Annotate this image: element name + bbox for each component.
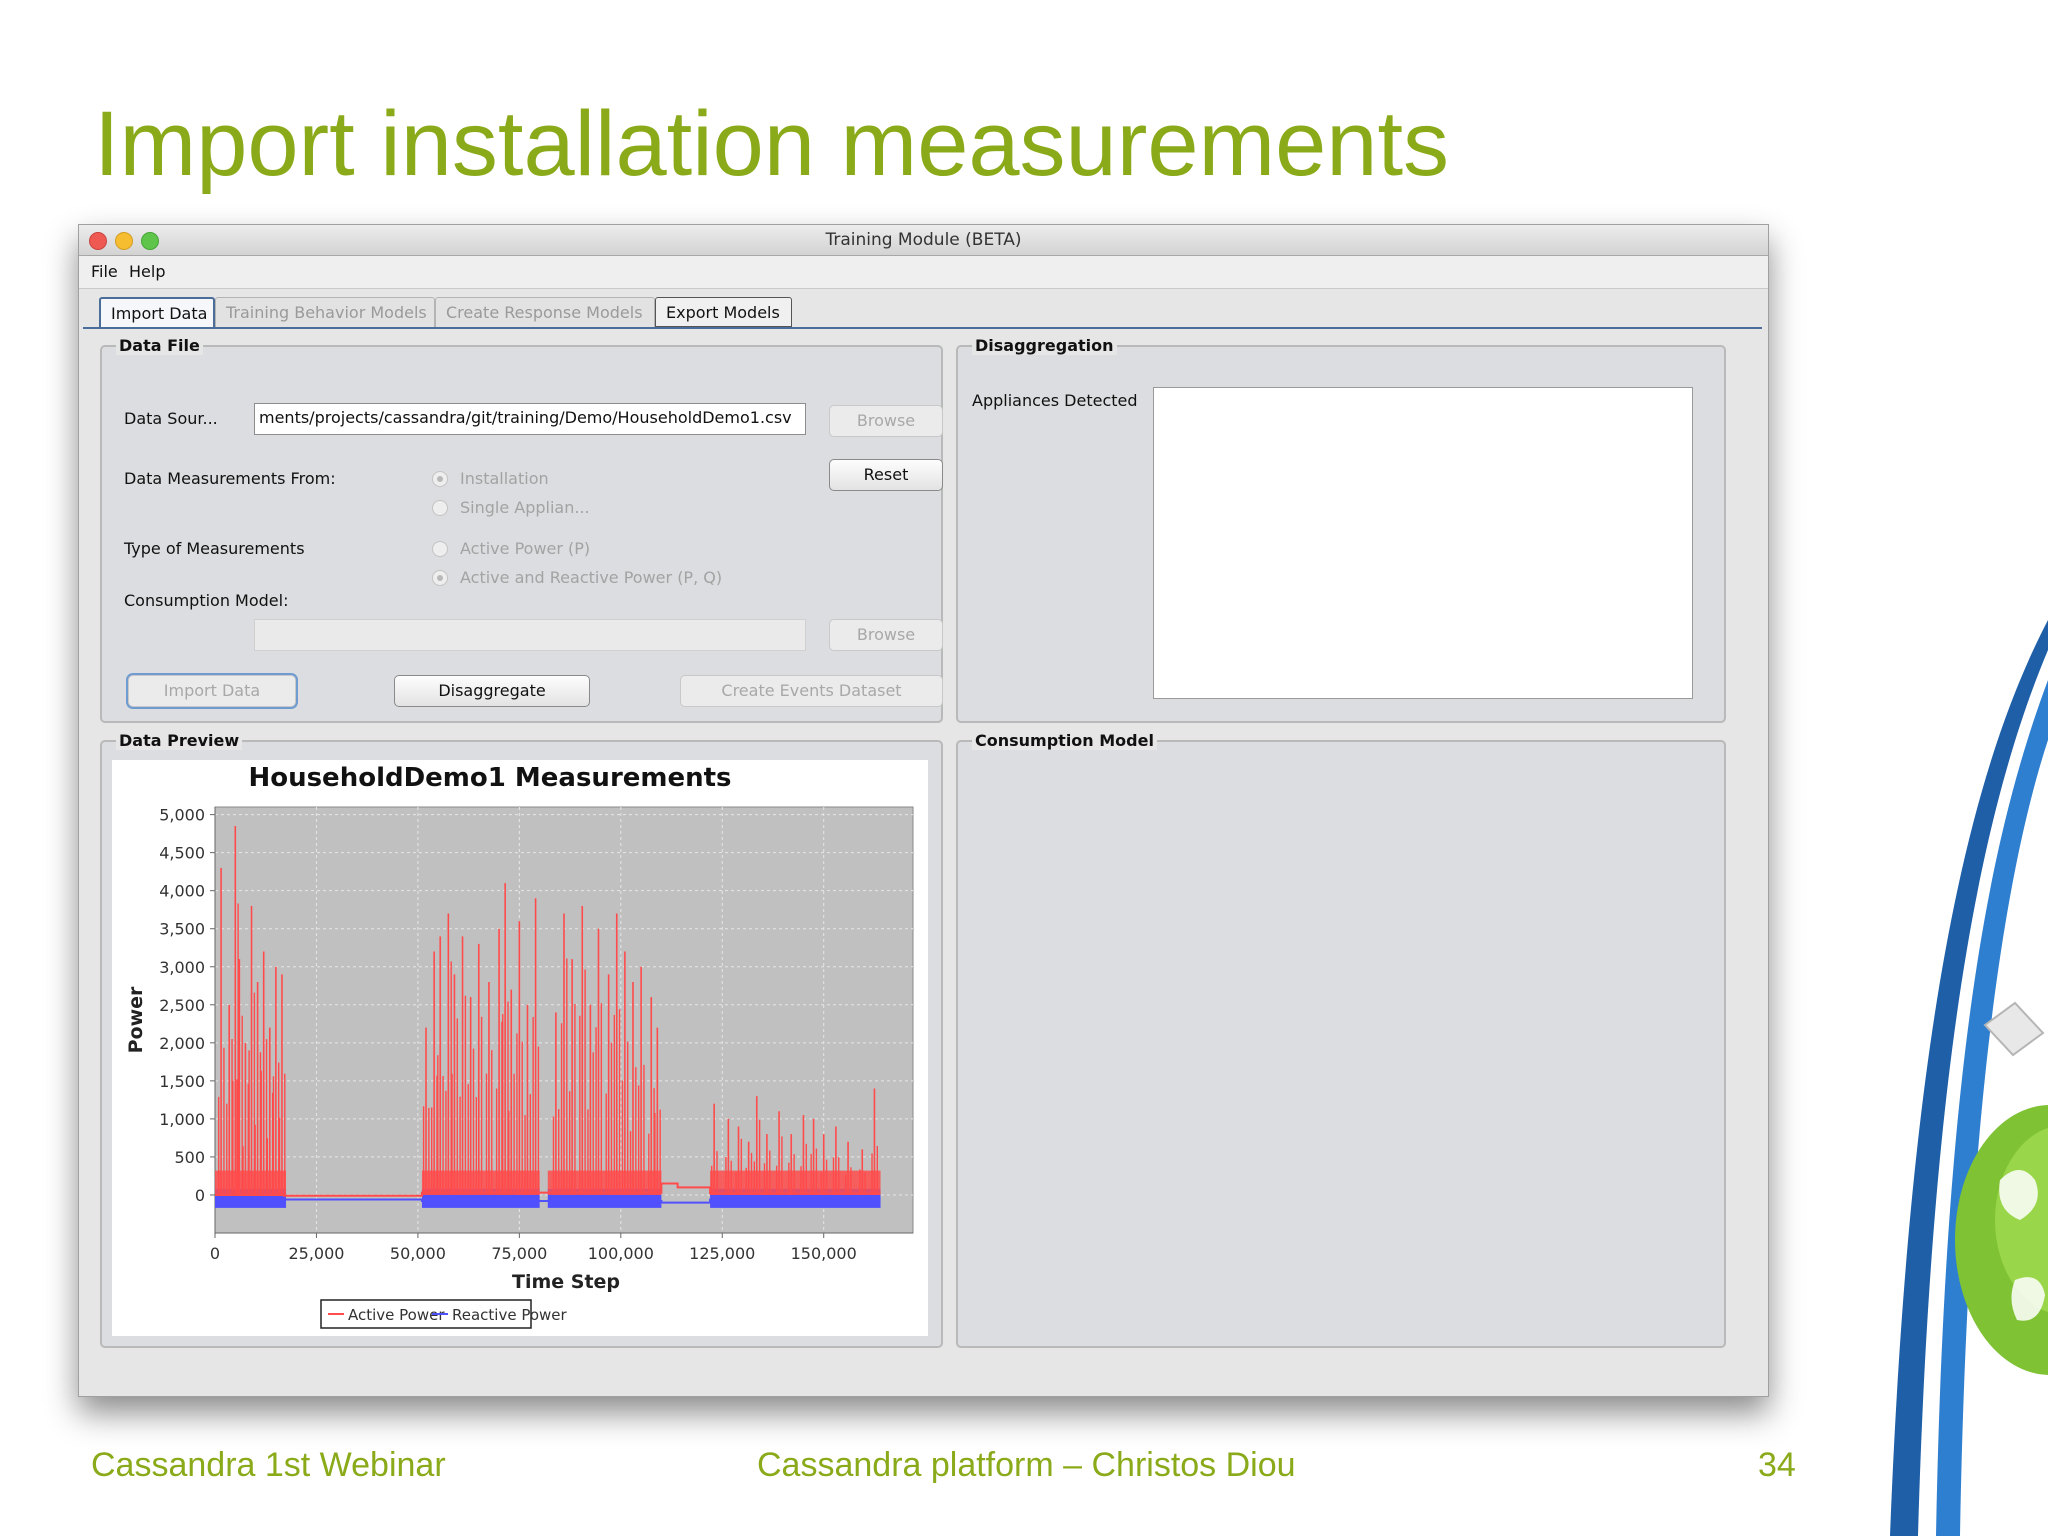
radio-installation[interactable]: [432, 471, 448, 487]
x-tick-label: 100,000: [588, 1244, 654, 1263]
x-tick-label: 0: [210, 1244, 220, 1263]
consumption-model-label: Consumption Model:: [124, 591, 289, 610]
disaggregation-group-title: Disaggregation: [972, 336, 1117, 355]
x-tick-label: 50,000: [390, 1244, 446, 1263]
menu-file[interactable]: File: [91, 262, 118, 281]
radio-single-appliance[interactable]: [432, 500, 448, 516]
reset-button[interactable]: Reset: [829, 459, 943, 491]
tab-import-data[interactable]: Import Data: [99, 297, 215, 327]
chart-svg: HouseholdDemo1 Measurements 0 25,000 50,000…: [125, 763, 914, 1329]
import-data-button[interactable]: Import Data: [128, 675, 296, 707]
tab-training-behavior-models[interactable]: Training Behavior Models: [215, 297, 435, 327]
x-tick-label: 75,000: [491, 1244, 547, 1263]
y-axis-label: Power: [125, 986, 147, 1053]
footer-center: Cassandra platform – Christos Diou: [757, 1446, 1296, 1484]
browse-source-button[interactable]: Browse: [829, 405, 943, 437]
y-tick-label: 0: [195, 1186, 205, 1205]
y-tick-label: 3,000: [159, 958, 205, 977]
data-source-label: Data Sour...: [124, 409, 218, 428]
legend-reactive-power-label: Reactive Power: [452, 1306, 568, 1324]
radio-active-reactive-power[interactable]: [432, 570, 448, 586]
browse-consumption-model-button[interactable]: Browse: [829, 619, 943, 651]
chart-title: HouseholdDemo1 Measurements: [248, 763, 731, 793]
y-tick-label: 2,500: [159, 996, 205, 1015]
y-tick-label: 4,000: [159, 882, 205, 901]
y-tick-label: 2,000: [159, 1034, 205, 1053]
decorative-earth-graphic: [1890, 620, 2048, 1536]
consumption-model-group-title: Consumption Model: [972, 731, 1157, 750]
appliances-detected-list[interactable]: [1153, 387, 1693, 699]
tab-underline: [83, 327, 1762, 329]
y-tick-label: 1,000: [159, 1110, 205, 1129]
window-titlebar[interactable]: Training Module (BETA): [79, 225, 1768, 256]
radio-active-reactive-power-label: Active and Reactive Power (P, Q): [460, 568, 723, 587]
radio-installation-label: Installation: [460, 469, 549, 488]
menubar: File Help: [79, 256, 1768, 289]
x-tick-label: 125,000: [689, 1244, 755, 1263]
y-tick-label: 1,500: [159, 1072, 205, 1091]
tab-create-response-models[interactable]: Create Response Models: [435, 297, 655, 327]
x-tick-label: 25,000: [288, 1244, 344, 1263]
data-file-group: Data File Data Sour... ments/projects/ca…: [100, 336, 943, 723]
data-source-field[interactable]: ments/projects/cassandra/git/training/De…: [254, 403, 806, 435]
appliances-detected-label: Appliances Detected: [972, 391, 1138, 410]
legend-active-power-label: Active Power: [348, 1306, 445, 1324]
y-tick-label: 5,000: [159, 806, 205, 825]
radio-active-power-label: Active Power (P): [460, 539, 591, 558]
radio-active-power[interactable]: [432, 541, 448, 557]
window-title: Training Module (BETA): [825, 230, 1022, 250]
consumption-model-group: Consumption Model: [956, 731, 1726, 1348]
data-preview-group-title: Data Preview: [116, 731, 243, 750]
y-tick-label: 3,500: [159, 920, 205, 939]
y-tick-label: 4,500: [159, 844, 205, 863]
x-axis-label: Time Step: [512, 1271, 620, 1293]
data-file-group-title: Data File: [116, 336, 203, 355]
type-of-measurements-label: Type of Measurements: [124, 539, 305, 558]
create-events-dataset-button[interactable]: Create Events Dataset: [680, 675, 943, 707]
tab-export-models[interactable]: Export Models: [655, 297, 792, 327]
measurements-from-label: Data Measurements From:: [124, 469, 336, 488]
radio-single-appliance-label: Single Applian...: [460, 498, 590, 517]
page-number: 34: [1758, 1446, 1796, 1484]
x-tick-label: 150,000: [791, 1244, 857, 1263]
slide-title: Import installation measurements: [94, 93, 1450, 195]
measurements-chart: HouseholdDemo1 Measurements 0 25,000 50,000…: [112, 760, 928, 1336]
disaggregation-group: Disaggregation Appliances Detected: [956, 336, 1726, 723]
y-tick-label: 500: [174, 1148, 205, 1167]
consumption-model-field[interactable]: [254, 619, 806, 651]
disaggregate-button[interactable]: Disaggregate: [394, 675, 590, 707]
menu-help[interactable]: Help: [129, 262, 165, 281]
footer-left: Cassandra 1st Webinar: [91, 1446, 446, 1484]
